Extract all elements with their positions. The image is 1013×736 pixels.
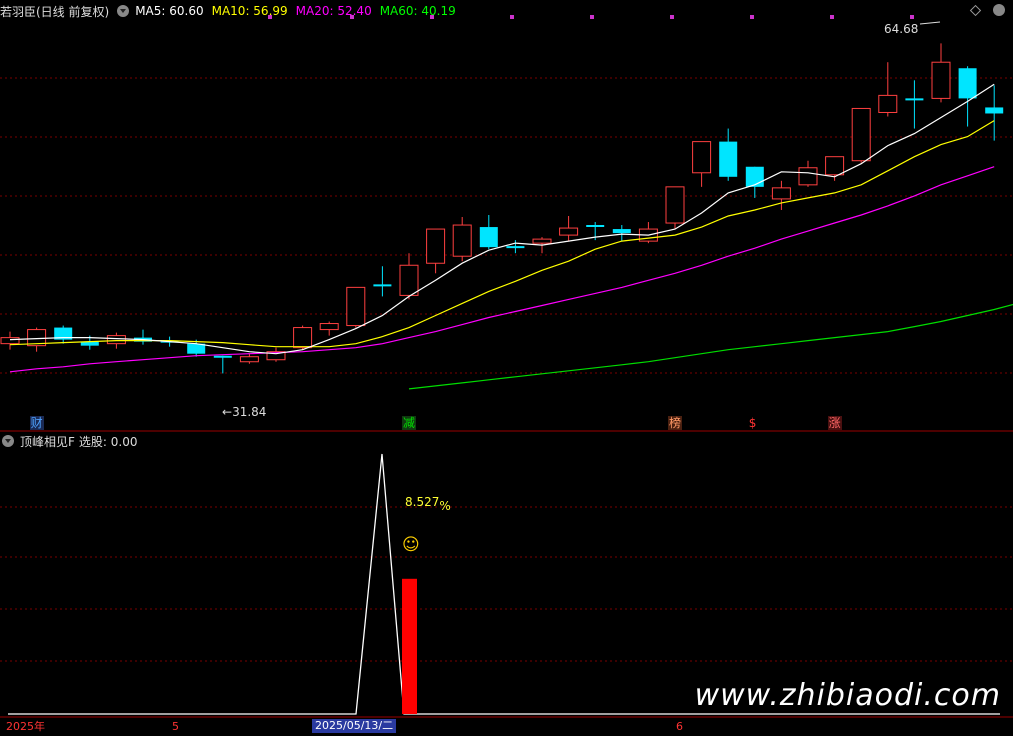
settings-circle-icon[interactable] — [117, 5, 130, 17]
ma60-label: MA60: 40.19 — [379, 4, 456, 18]
ma10-line — [9, 120, 995, 348]
candle-body — [825, 156, 845, 176]
candle-body — [771, 187, 791, 200]
top-marker — [670, 15, 674, 19]
top-marker — [830, 15, 834, 19]
candle-body — [798, 167, 818, 186]
diamond-button-icon — [969, 4, 982, 17]
candle-body — [665, 186, 685, 224]
indicator-line — [8, 453, 1000, 715]
candle-body — [931, 61, 951, 99]
ma10-label: MA10: 56.99 — [211, 4, 288, 18]
high-price-value: 64.68 — [884, 22, 919, 36]
candle-body — [452, 224, 472, 257]
candle-body — [985, 107, 1004, 114]
smiley-icon: ☺ — [402, 535, 420, 555]
stock-title[interactable]: 若羽臣(日线 前复权) — [0, 3, 109, 20]
candle-body — [958, 68, 977, 99]
candle-body — [106, 335, 126, 345]
event-marker[interactable]: 财 — [29, 416, 44, 430]
chart-stage: 若羽臣(日线 前复权) MA5: 60.60 MA10: 56.99 MA20:… — [0, 0, 1013, 733]
low-price-value: 31.84 — [232, 405, 267, 419]
collapse-circle-icon — [993, 4, 1005, 16]
candle-body — [399, 264, 419, 296]
candle-body — [612, 229, 631, 234]
candle-body — [319, 323, 339, 331]
top-marker — [590, 15, 594, 19]
chart-canvas — [0, 4, 1013, 718]
candle-body — [719, 141, 738, 177]
candle-body — [851, 107, 871, 162]
indicator-header: 顶峰相见F 选股: 0.00 — [0, 433, 145, 449]
event-marker[interactable]: 涨 — [827, 416, 842, 430]
axis-cursor-date[interactable]: 2025/05/13/二 — [312, 719, 397, 733]
ma20-label: MA20: 52.40 — [295, 4, 372, 18]
candle-body — [532, 238, 552, 244]
indicator-bar — [402, 578, 417, 714]
candle-body — [239, 356, 259, 363]
main-chart-header: 若羽臣(日线 前复权) MA5: 60.60 MA10: 56.99 MA20:… — [0, 3, 464, 19]
candle-body — [479, 227, 498, 248]
indicator-title[interactable]: 顶峰相见F — [20, 433, 75, 450]
candle-body — [745, 166, 764, 187]
watermark: www.zhibiaodi.com — [694, 678, 1001, 713]
event-marker[interactable]: 榜 — [668, 416, 683, 430]
candle-body — [878, 94, 898, 113]
high-arrow-icon — [919, 21, 941, 25]
candle-body — [293, 327, 313, 349]
candle-body — [426, 228, 446, 264]
candle-body — [692, 141, 712, 174]
indicator-value: 选股: 0.00 — [78, 434, 138, 449]
event-marker[interactable]: $ — [747, 416, 758, 430]
candle-body — [559, 227, 579, 236]
ma60-line — [408, 303, 1013, 390]
top-marker — [910, 15, 914, 19]
top-marker — [750, 15, 754, 19]
percent-label: 8.527% — [405, 495, 451, 513]
percent-unit: % — [439, 499, 451, 513]
candle-body — [0, 337, 20, 345]
low-price-label: ←31.84 — [222, 405, 267, 419]
high-price-label: 64.68 — [884, 22, 918, 36]
ma5-label: MA5: 60.60 — [135, 4, 204, 18]
indicator-settings-icon[interactable] — [2, 435, 14, 447]
percent-value: 8.527 — [405, 495, 440, 509]
candle-body — [346, 286, 366, 327]
top-marker — [510, 15, 514, 19]
event-marker[interactable]: 减 — [402, 416, 417, 430]
